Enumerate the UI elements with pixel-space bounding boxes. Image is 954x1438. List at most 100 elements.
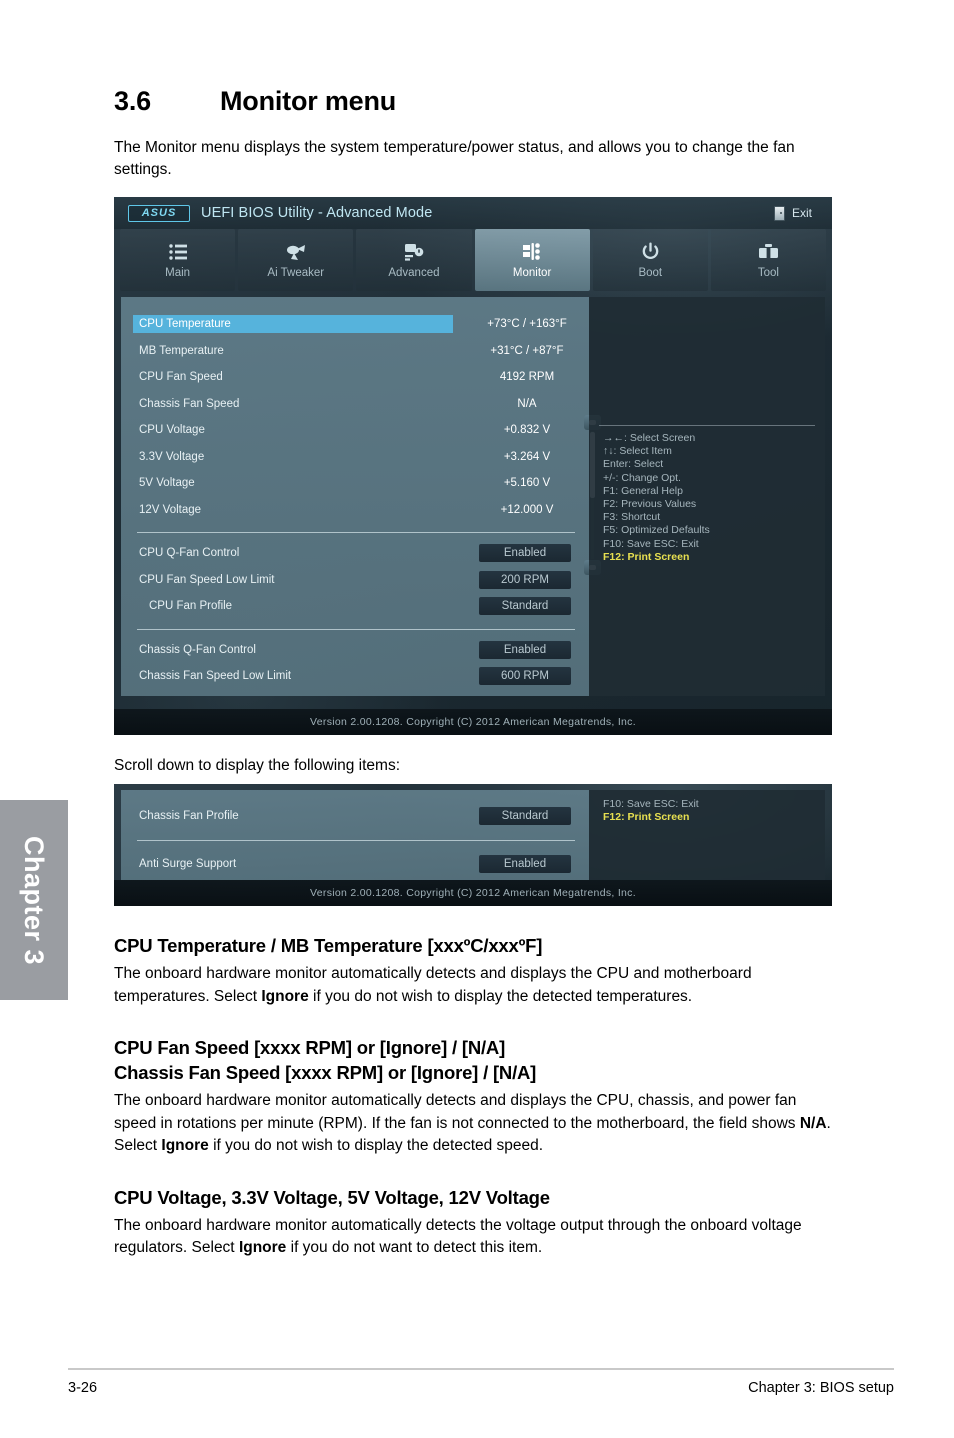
doc-section-heading-2: Chassis Fan Speed [xxxx RPM] or [Ignore]… — [114, 1061, 537, 1083]
help-key-list: →←: Select Screen ↑↓: Select Item Enter: S… — [599, 432, 815, 564]
content-column: 3.6 Monitor menu The Monitor menu displa… — [114, 86, 840, 1260]
bios-tab-label: Tool — [757, 266, 779, 279]
bios-utility-title: UEFI BIOS Utility - Advanced Mode — [201, 205, 433, 221]
intro-paragraph: The Monitor menu displays the system tem… — [114, 139, 795, 178]
help-key-line: →←: Select Screen — [603, 432, 696, 444]
page-title: 3.6 Monitor menu — [114, 86, 840, 117]
cpu-fan-settings-list: CPU Q-Fan Control Enabled CPU Fan Speed Lo… — [135, 540, 577, 620]
scrolled-setting-row[interactable]: Chassis Fan Profile Standard — [135, 800, 577, 831]
help-key-line: Enter: Select — [603, 458, 664, 471]
help-key-line: +/-: Change Opt. — [603, 471, 681, 484]
setting-value-dropdown[interactable]: Enabled — [479, 854, 571, 873]
divider-scrolled — [137, 840, 575, 841]
doc-section-body: The onboard hardware monitor automatical… — [114, 1215, 840, 1260]
readout-label: MB Temperature — [139, 344, 224, 357]
bios-tab-boot[interactable]: Boot — [592, 229, 708, 291]
bios-main-area: CPU Temperature +73°C / +163°F MB Temperat… — [114, 291, 832, 696]
toolbox-icon — [758, 241, 779, 263]
scrolled-settings-list: Chassis Fan Profile Standard Anti Surge Su… — [135, 800, 577, 879]
setting-value-dropdown[interactable]: Enabled — [479, 640, 571, 659]
section-title-text: Monitor menu — [220, 86, 397, 116]
monitor-readout-list: CPU Temperature +73°C / +163°F MB Temperat… — [133, 311, 577, 524]
readout-label: CPU Fan Speed — [139, 371, 223, 384]
bios-version-footer: Version 2.00.1208. Copyright (C) 2012 Am… — [114, 709, 832, 735]
bios-tab-label: Ai Tweaker — [267, 266, 325, 279]
advanced-icon — [404, 241, 424, 263]
monitor-readout-row[interactable]: 5V Voltage +5.160 V — [135, 470, 577, 497]
power-icon — [641, 241, 660, 263]
readout-value: +12.000 V — [500, 503, 554, 516]
page-footer: 3-26 Chapter 3: BIOS setup — [68, 1368, 894, 1396]
list-icon — [168, 241, 188, 263]
doc-section-heading: CPU Fan Speed [xxxx RPM] or [Ignore] / [… — [114, 1037, 506, 1059]
cpu-fan-setting-row[interactable]: CPU Fan Speed Low Limit 200 RPM — [135, 567, 577, 594]
doc-section-body: The onboard hardware monitor automatical… — [114, 1090, 840, 1157]
bios-tab-label: Advanced — [388, 266, 440, 279]
body-text: if you do not wish to display the detect… — [308, 987, 693, 1005]
help-key-line: F10: Save ESC: Exit — [603, 798, 699, 810]
bios-tab-label: Boot — [638, 266, 663, 279]
monitor-readout-row[interactable]: CPU Temperature +73°C / +163°F — [133, 311, 577, 338]
footer-page-number: 3-26 — [68, 1380, 98, 1396]
help-key-line: F2: Previous Values — [603, 498, 697, 511]
cpu-fan-setting-row[interactable]: CPU Q-Fan Control Enabled — [135, 540, 577, 567]
bios-title-bar: ASUS UEFI BIOS Utility - Advanced Mode E… — [114, 197, 832, 229]
setting-label: Chassis Fan Profile — [139, 809, 239, 822]
monitor-readout-row[interactable]: 3.3V Voltage +3.264 V — [135, 444, 577, 471]
readout-value: +73°C / +163°F — [487, 318, 567, 331]
doc-section: CPU Temperature / MB Temperature [xxxºC/… — [114, 934, 840, 1008]
scroll-note: Scroll down to display the following ite… — [114, 757, 401, 774]
bios-main-area-2: Chassis Fan Profile Standard Anti Surge Su… — [114, 784, 832, 880]
emphasis-text: N/A — [799, 1114, 827, 1132]
help-key-line: F12: Print Screen — [603, 811, 690, 824]
bios-tab-tool[interactable]: Tool — [710, 229, 827, 291]
setting-label: Chassis Q-Fan Control — [139, 643, 256, 656]
documentation-sections: CPU Temperature / MB Temperature [xxxºC/… — [114, 934, 840, 1260]
doc-section-body: The onboard hardware monitor automatical… — [114, 963, 840, 1008]
readout-label: 5V Voltage — [139, 477, 195, 490]
bios-nav-tabs: Main Ai Tweaker Advanced Monitor Boot Tool — [114, 229, 832, 291]
setting-value-dropdown[interactable]: Enabled — [479, 544, 571, 563]
readout-value: N/A — [517, 397, 537, 410]
setting-value-dropdown[interactable]: Standard — [479, 597, 571, 616]
setting-label: Chassis Fan Speed Low Limit — [139, 670, 292, 683]
bios-tab-advanced[interactable]: Advanced — [356, 229, 472, 291]
bios-screenshot-monitor: ASUS UEFI BIOS Utility - Advanced Mode E… — [114, 197, 832, 735]
tweak-icon — [285, 241, 307, 263]
readout-value: +3.264 V — [503, 450, 551, 463]
setting-value-dropdown[interactable]: 200 RPM — [479, 570, 571, 589]
bios-tab-monitor[interactable]: Monitor — [474, 229, 590, 291]
monitor-icon — [521, 241, 543, 263]
help-key-line: F3: Shortcut — [603, 511, 661, 524]
exit-button[interactable]: Exit — [766, 204, 820, 223]
help-key-line: ↑↓: Select Item — [603, 445, 672, 458]
bios-help-panel: →←: Select Screen ↑↓: Select Item Enter: S… — [589, 297, 825, 696]
bios-tab-ai-tweaker[interactable]: Ai Tweaker — [238, 229, 354, 291]
setting-value-dropdown[interactable]: Standard — [479, 806, 571, 825]
bios-version-footer-2: Version 2.00.1208. Copyright (C) 2012 Am… — [114, 880, 832, 906]
bios-settings-panel-2: Chassis Fan Profile Standard Anti Surge Su… — [121, 790, 589, 880]
readout-value: 4192 RPM — [499, 371, 555, 384]
readout-value: +5.160 V — [503, 477, 551, 490]
bios-tab-main[interactable]: Main — [120, 229, 236, 291]
section-number: 3.6 — [114, 86, 151, 116]
footer-chapter-label: Chapter 3: BIOS setup — [748, 1380, 894, 1396]
scrolled-setting-row[interactable]: Anti Surge Support Enabled — [135, 848, 577, 879]
emphasis-text: Ignore — [261, 987, 309, 1005]
chassis-fan-setting-row[interactable]: Chassis Fan Speed Low Limit 600 RPM — [135, 663, 577, 690]
monitor-readout-row[interactable]: Chassis Fan Speed N/A — [135, 391, 577, 418]
setting-value-dropdown[interactable]: 600 RPM — [479, 667, 571, 686]
monitor-readout-row[interactable]: CPU Fan Speed 4192 RPM — [135, 364, 577, 391]
doc-section-heading: CPU Temperature / MB Temperature [xxxºC/… — [114, 935, 543, 956]
cpu-fan-setting-row[interactable]: CPU Fan Profile Standard — [135, 593, 577, 620]
monitor-readout-row[interactable]: CPU Voltage +0.832 V — [135, 417, 577, 444]
readout-value: +31°C / +87°F — [490, 344, 564, 357]
exit-door-icon — [773, 205, 785, 221]
chassis-fan-setting-row[interactable]: Chassis Q-Fan Control Enabled — [135, 637, 577, 664]
page-body: 3.6 Monitor menu The Monitor menu displa… — [0, 0, 954, 1438]
monitor-readout-row[interactable]: MB Temperature +31°C / +87°F — [135, 338, 577, 365]
readout-label: Chassis Fan Speed — [139, 397, 240, 410]
readout-value: +0.832 V — [503, 424, 551, 437]
setting-label: CPU Q-Fan Control — [139, 547, 240, 560]
monitor-readout-row[interactable]: 12V Voltage +12.000 V — [135, 497, 577, 524]
